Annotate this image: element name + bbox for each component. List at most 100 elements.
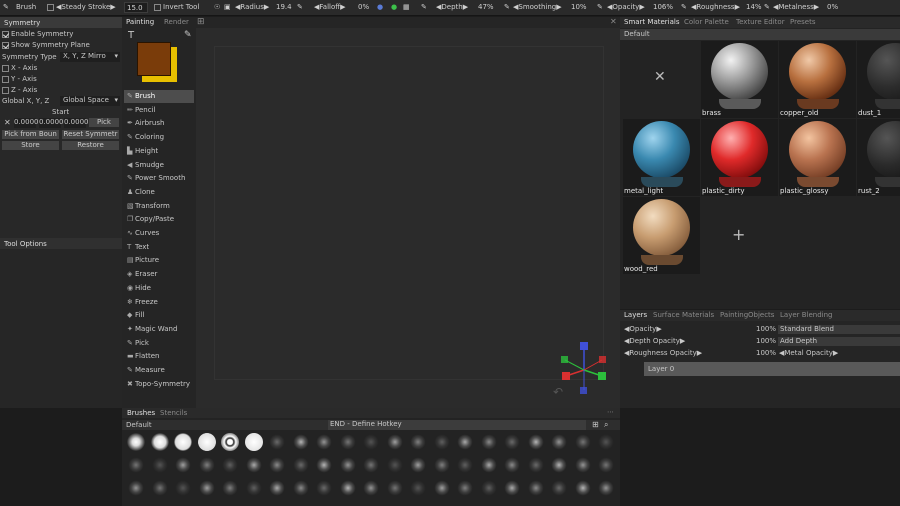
brush-alpha-thumbnail[interactable]	[456, 433, 474, 451]
radius-slider[interactable]: ◀Radius▶	[235, 3, 269, 11]
material-tile-dust-1[interactable]: dust_1	[857, 41, 900, 118]
brush-alpha-thumbnail[interactable]	[573, 479, 592, 497]
brush-size-input[interactable]: 15.0	[124, 2, 148, 13]
tab-objects[interactable]: Objects	[748, 311, 774, 319]
material-tile-brass[interactable]: brass	[701, 41, 778, 118]
brush-alpha-thumbnail[interactable]	[127, 433, 145, 451]
brush-alpha-thumbnail[interactable]	[550, 433, 568, 451]
tab-layer-blending[interactable]: Layer Blending	[780, 311, 833, 319]
z-axis-checkbox[interactable]: Z - Axis	[2, 86, 37, 94]
tab-layers[interactable]: Layers	[624, 311, 647, 319]
brush-alpha-thumbnail[interactable]	[291, 479, 310, 497]
tool-pencil[interactable]: ✏ Pencil	[124, 104, 194, 117]
tab-stencils[interactable]: Stencils	[160, 409, 187, 417]
material-tile-plastic-dirty[interactable]: plastic_dirty	[701, 119, 778, 196]
brush-alpha-thumbnail[interactable]	[409, 433, 427, 451]
brush-alpha-thumbnail[interactable]	[573, 433, 592, 451]
text-tool-icon[interactable]: T	[128, 30, 134, 41]
roughness-opacity-value[interactable]: 100%	[756, 349, 776, 357]
pick-button[interactable]: Pick	[89, 118, 119, 127]
clear-material-icon[interactable]: ✕	[654, 69, 666, 85]
tab-painting-layers[interactable]: Painting	[720, 311, 748, 319]
opacity-value[interactable]: 106%	[653, 3, 673, 11]
roughness-slider[interactable]: ◀Roughness▶	[691, 3, 740, 11]
brush-alpha-thumbnail[interactable]	[197, 479, 216, 497]
brush-alpha-thumbnail[interactable]	[150, 433, 169, 451]
brush-alpha-thumbnail[interactable]	[385, 479, 404, 497]
brush-alpha-thumbnail[interactable]	[526, 456, 545, 474]
brush-alpha-thumbnail[interactable]	[244, 479, 263, 497]
x-axis-checkbox[interactable]: X - Axis	[2, 64, 37, 72]
roughness-icon[interactable]: ✎	[681, 3, 687, 11]
orientation-gizmo-icon[interactable]	[558, 340, 610, 396]
tool-picture[interactable]: ▤Picture	[124, 254, 194, 267]
brush-alpha-thumbnail[interactable]	[550, 456, 568, 474]
brush-alpha-thumbnail[interactable]	[221, 456, 239, 474]
brush-alpha-thumbnail[interactable]	[503, 433, 521, 451]
brush-alpha-thumbnail[interactable]	[479, 456, 498, 474]
brush-alpha-thumbnail[interactable]	[197, 433, 216, 451]
brush-alpha-thumbnail[interactable]	[456, 456, 474, 474]
layer-opacity-value[interactable]: 100%	[756, 325, 776, 333]
roughness-opacity-slider[interactable]: ◀Roughness Opacity▶	[624, 349, 702, 357]
depth-opacity-value[interactable]: 100%	[756, 337, 776, 345]
tool-topo-symmetry[interactable]: ✖ Topo-Symmetry	[124, 378, 194, 391]
tool-magic-wand[interactable]: ✦ Magic Wand	[124, 323, 194, 336]
metalness-icon[interactable]: ✎	[764, 3, 770, 11]
green-dot-icon[interactable]: ●	[391, 3, 397, 11]
material-tile-copper-old[interactable]: copper_old	[779, 41, 856, 118]
metal-opacity-slider[interactable]: ◀Metal Opacity▶	[779, 349, 838, 357]
brushes-folder[interactable]: Default	[126, 421, 152, 429]
smoothing-value[interactable]: 10%	[571, 3, 587, 11]
tool-airbrush[interactable]: ✒ Airbrush	[124, 117, 194, 130]
metalness-slider[interactable]: ◀Metalness▶	[773, 3, 819, 11]
brush-alpha-thumbnail[interactable]	[338, 433, 357, 451]
brush-alpha-thumbnail[interactable]	[315, 479, 333, 497]
tool-height[interactable]: ▙ Height	[124, 145, 194, 158]
brush-alpha-thumbnail[interactable]	[221, 433, 239, 451]
brush-alpha-thumbnail[interactable]	[268, 433, 286, 451]
depth-icon[interactable]: ✎	[421, 3, 427, 11]
brush-alpha-thumbnail[interactable]	[174, 456, 192, 474]
start-y-input[interactable]: 0.0000	[39, 118, 64, 128]
tool-transform[interactable]: ▧Transform	[124, 200, 194, 213]
brush-alpha-thumbnail[interactable]	[550, 479, 568, 497]
tool-curves[interactable]: ∿ Curves	[124, 227, 194, 240]
roughness-value[interactable]: 14%	[746, 3, 762, 11]
brush-alpha-thumbnail[interactable]	[221, 479, 239, 497]
tool-coloring[interactable]: ✎ Coloring	[124, 131, 194, 144]
brush-alpha-thumbnail[interactable]	[597, 479, 615, 497]
brush-alpha-thumbnail[interactable]	[503, 456, 521, 474]
brush-alpha-thumbnail[interactable]	[526, 433, 545, 451]
brush-alpha-thumbnail[interactable]	[268, 479, 286, 497]
pen-icon[interactable]: ✎	[184, 30, 192, 40]
blend-mode-dropdown[interactable]: Standard Blend	[778, 325, 900, 334]
store-button[interactable]: Store	[2, 141, 59, 150]
sphere-icon[interactable]: ●	[377, 3, 383, 11]
brush-alpha-thumbnail[interactable]	[315, 456, 333, 474]
tab-brushes[interactable]: Brushes	[127, 409, 155, 417]
brush-alpha-thumbnail[interactable]	[127, 479, 145, 497]
tool-brush[interactable]: ✎ Brush	[124, 90, 194, 103]
smoothing-slider[interactable]: ◀Smoothing▶	[513, 3, 562, 11]
tab-smart-materials[interactable]: Smart Materials	[624, 18, 679, 26]
falloff-icon[interactable]: ✎	[297, 3, 303, 11]
add-brush-icon[interactable]: ⊞	[592, 420, 599, 429]
show-symmetry-plane-checkbox[interactable]: Show Symmetry Plane	[2, 41, 90, 49]
brush-alpha-thumbnail[interactable]	[432, 433, 451, 451]
viewport[interactable]: ↶	[196, 28, 620, 408]
brush-alpha-thumbnail[interactable]	[244, 456, 263, 474]
tool-copy-paste[interactable]: ❐ Copy/Paste	[124, 213, 194, 226]
material-tile-rust-2[interactable]: rust_2	[857, 119, 900, 196]
tool-hide[interactable]: ◉ Hide	[124, 282, 194, 295]
start-x-input[interactable]: 0.0000	[14, 118, 39, 128]
invert-tool-toggle[interactable]: Invert Tool	[154, 3, 199, 11]
tool-eraser[interactable]: ◈ Eraser	[124, 268, 194, 281]
brush-alpha-thumbnail[interactable]	[291, 456, 310, 474]
tab-surface[interactable]: Surface	[653, 311, 680, 319]
brush-alpha-thumbnail[interactable]	[409, 456, 427, 474]
metalness-value[interactable]: 0%	[827, 3, 838, 11]
opacity-icon[interactable]: ✎	[597, 3, 603, 11]
depth-slider[interactable]: ◀Depth▶	[436, 3, 468, 11]
brush-alpha-thumbnail[interactable]	[174, 479, 192, 497]
